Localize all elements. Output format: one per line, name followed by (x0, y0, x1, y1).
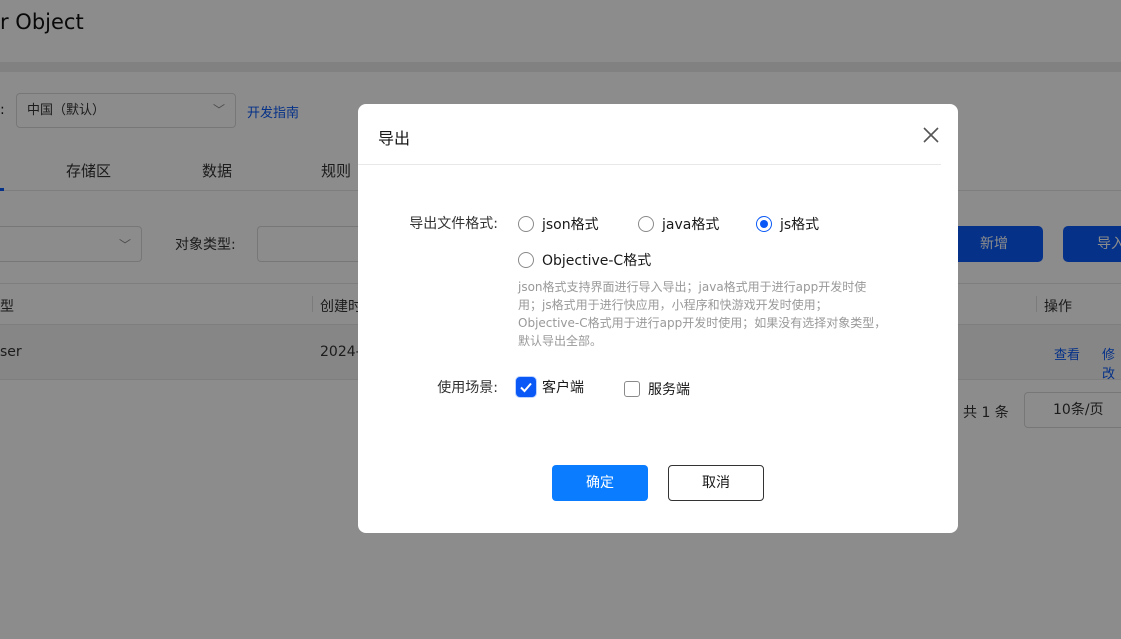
dialog-title: 导出 (378, 129, 411, 148)
check-icon (516, 377, 536, 397)
confirm-button[interactable]: 确定 (552, 465, 648, 501)
radio-js[interactable]: js格式 (756, 214, 819, 234)
radio-label: json格式 (542, 217, 599, 233)
radio-java[interactable]: java格式 (638, 214, 719, 234)
checkbox-server[interactable]: 服务端 (624, 379, 690, 399)
radio-circle (638, 216, 654, 232)
help-line: json格式支持界面进行导入导出；java格式用于进行app开发时使 (518, 280, 867, 294)
radio-label: js格式 (780, 217, 820, 233)
checkbox-square (624, 381, 640, 397)
radio-circle (518, 252, 534, 268)
dialog-divider (358, 164, 941, 165)
radio-objective-c[interactable]: Objective-C格式 (518, 250, 651, 270)
checkbox-client[interactable]: 客户端 (516, 377, 584, 397)
export-dialog: 导出 导出文件格式: json格式 java格式 js格式 Objective-… (358, 104, 958, 533)
help-line: Objective-C格式用于进行app开发时使用；如果没有选择对象类型， (518, 316, 887, 330)
checkbox-label: 客户端 (542, 380, 584, 396)
checkbox-label: 服务端 (648, 382, 690, 398)
radio-label: Objective-C格式 (542, 253, 652, 269)
help-line: 默认导出全部。 (518, 334, 603, 348)
radio-label: java格式 (662, 217, 720, 233)
scene-label: 使用场景: (437, 380, 498, 396)
radio-json[interactable]: json格式 (518, 214, 599, 234)
radio-circle (518, 216, 534, 232)
radio-circle (756, 216, 772, 232)
close-icon[interactable] (921, 125, 941, 145)
cancel-button[interactable]: 取消 (668, 465, 764, 501)
format-label: 导出文件格式: (409, 216, 498, 232)
format-help-text: json格式支持界面进行导入导出；java格式用于进行app开发时使 用；js格… (518, 278, 888, 350)
help-line: 用；js格式用于进行快应用，小程序和快游戏开发时使用； (518, 298, 828, 312)
